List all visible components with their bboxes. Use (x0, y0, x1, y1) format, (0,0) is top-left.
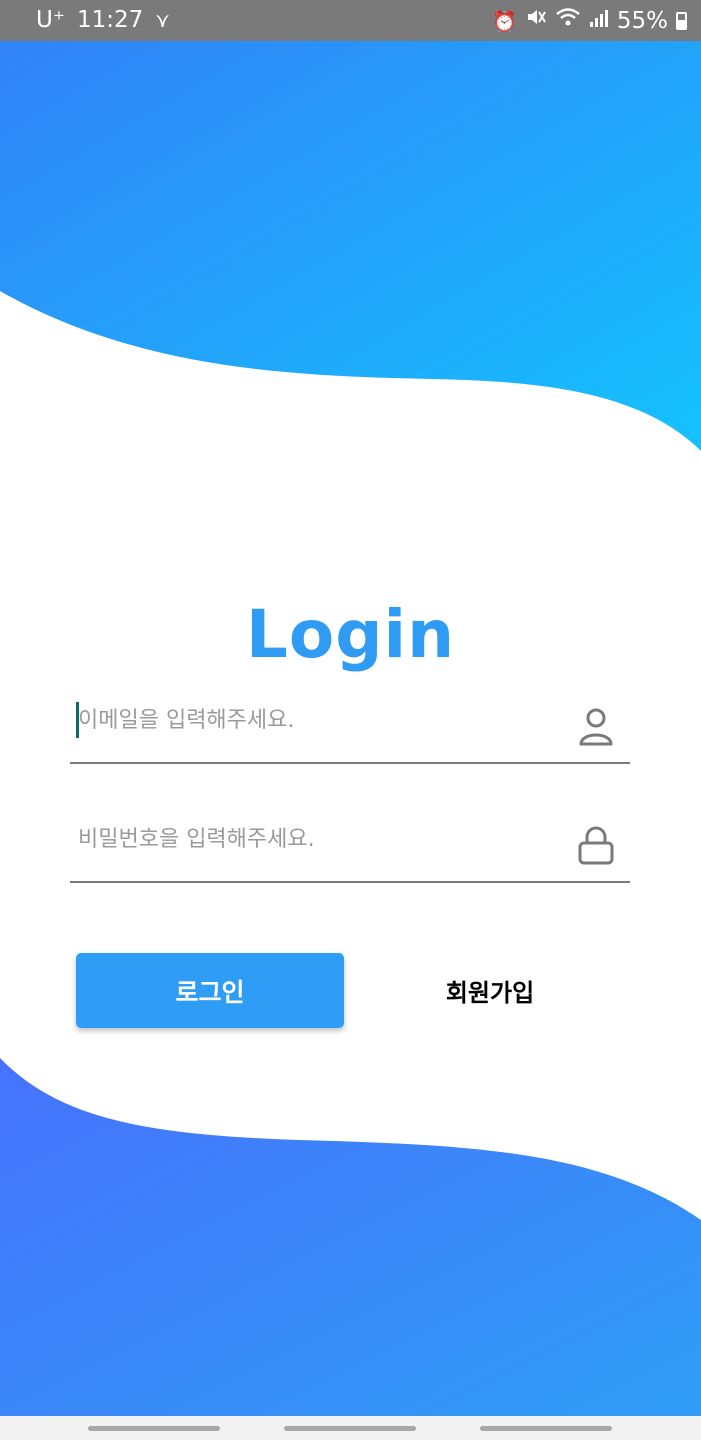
password-field (70, 811, 630, 883)
battery-icon (676, 11, 687, 30)
wifi-icon (555, 6, 581, 35)
status-bar: U⁺ 11:27 ⋎ ⏰ 55% (0, 0, 701, 41)
nav-recent-button[interactable] (88, 1426, 220, 1431)
clock: 11:27 (76, 7, 144, 33)
bottom-wave-decoration (0, 1058, 701, 1416)
mute-icon (525, 6, 547, 35)
page-title: Login (245, 596, 456, 673)
v-icon: ⋎ (155, 8, 170, 32)
navigation-bar (0, 1416, 701, 1440)
signup-button[interactable]: 회원가입 (400, 953, 580, 1028)
lock-icon (578, 826, 614, 865)
nav-back-button[interactable] (480, 1426, 612, 1431)
alarm-icon: ⏰ (491, 8, 517, 33)
nav-home-button[interactable] (284, 1426, 416, 1431)
status-right: ⏰ 55% (492, 6, 687, 35)
login-button[interactable]: 로그인 (76, 953, 344, 1028)
top-wave-decoration (0, 41, 701, 451)
login-screen: U⁺ 11:27 ⋎ ⏰ 55% Login 이메일을 입력해주세요. 로그인 … (0, 0, 701, 1440)
signal-icon (589, 7, 609, 35)
email-input[interactable] (76, 698, 558, 742)
carrier-label: U⁺ (36, 7, 65, 33)
password-input[interactable] (76, 817, 558, 861)
email-field (70, 692, 630, 764)
status-left: U⁺ 11:27 ⋎ (36, 6, 170, 34)
user-icon (579, 708, 613, 746)
battery-percent: 55% (616, 7, 668, 34)
